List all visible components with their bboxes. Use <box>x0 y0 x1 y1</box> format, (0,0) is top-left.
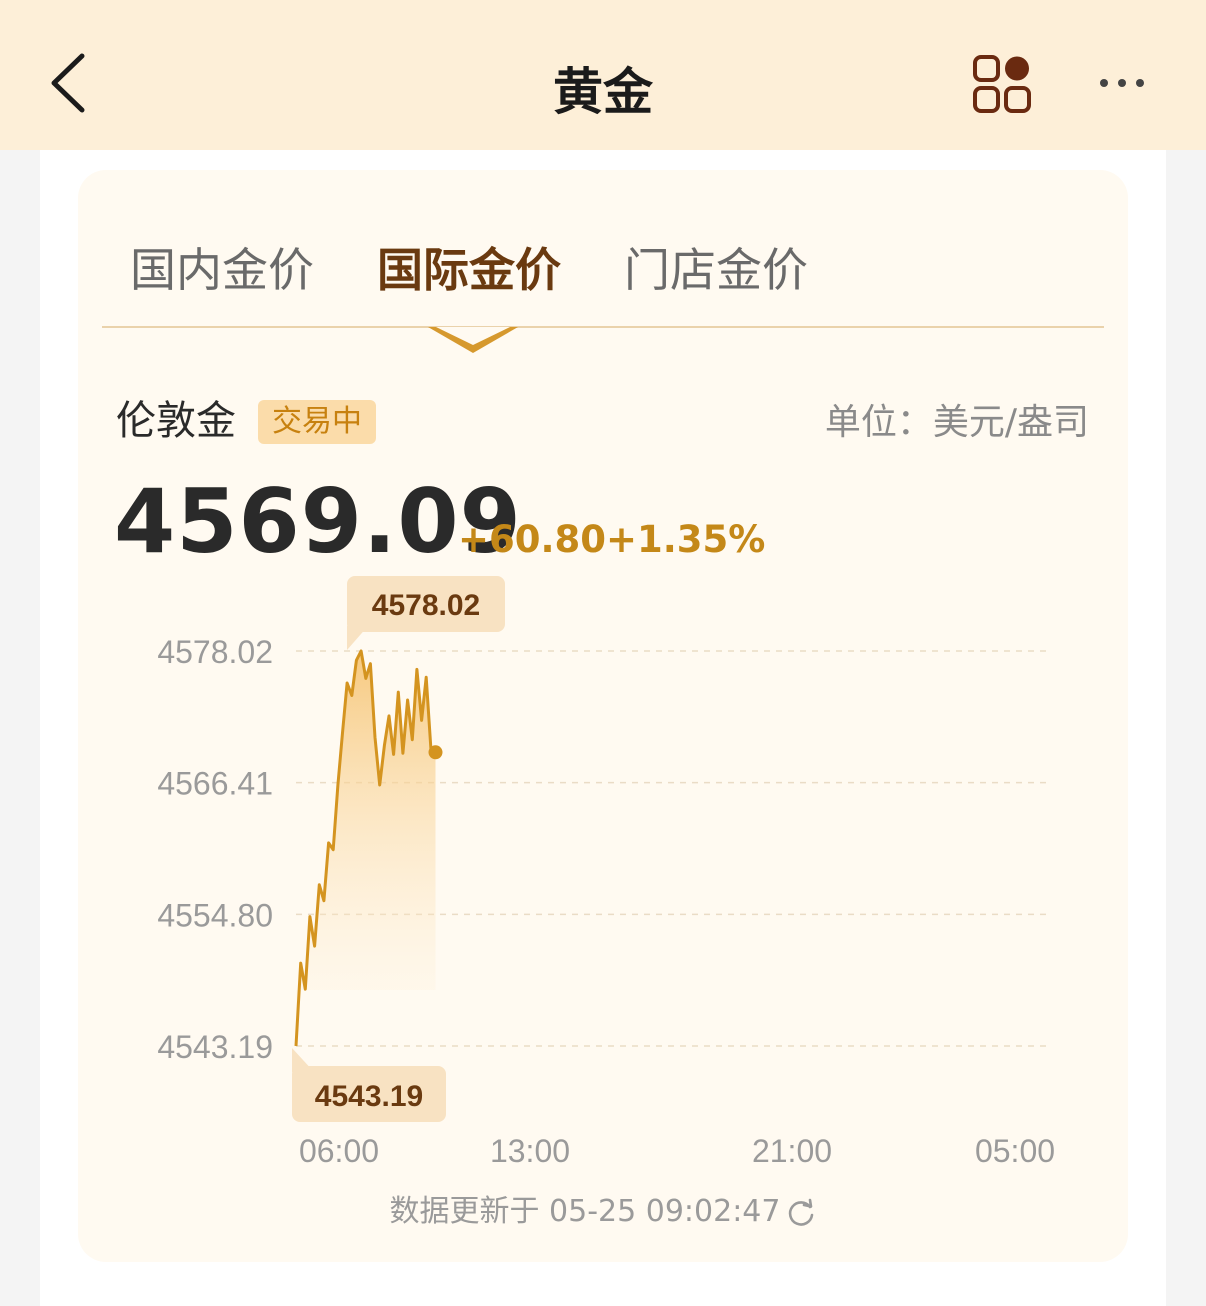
min-price-label: 4543.19 <box>315 1080 423 1113</box>
price-chart: 4578.02 4566.41 4554.80 4543.19 06:00 13:00 2… <box>157 576 1055 1169</box>
last-price-point <box>428 745 443 760</box>
x-tick-label: 06:00 <box>299 1133 379 1169</box>
x-tick-label: 05:00 <box>975 1133 1055 1169</box>
x-tick-label: 13:00 <box>490 1133 570 1169</box>
refresh-icon[interactable] <box>786 1198 816 1228</box>
min-price-tooltip: 4543.19 <box>292 1048 446 1122</box>
update-timestamp-row: 数据更新于 05-25 09:02:47 <box>0 1190 1206 1234</box>
max-price-tooltip: 4578.02 <box>347 576 505 650</box>
y-tick-label: 4554.80 <box>157 897 273 933</box>
y-tick-label: 4578.02 <box>157 634 273 670</box>
update-timestamp: 数据更新于 05-25 09:02:47 <box>389 1194 781 1229</box>
x-tick-label: 21:00 <box>752 1133 832 1169</box>
y-tick-label: 4543.19 <box>157 1029 273 1065</box>
y-tick-label: 4566.41 <box>157 766 273 802</box>
max-price-label: 4578.02 <box>372 589 480 622</box>
